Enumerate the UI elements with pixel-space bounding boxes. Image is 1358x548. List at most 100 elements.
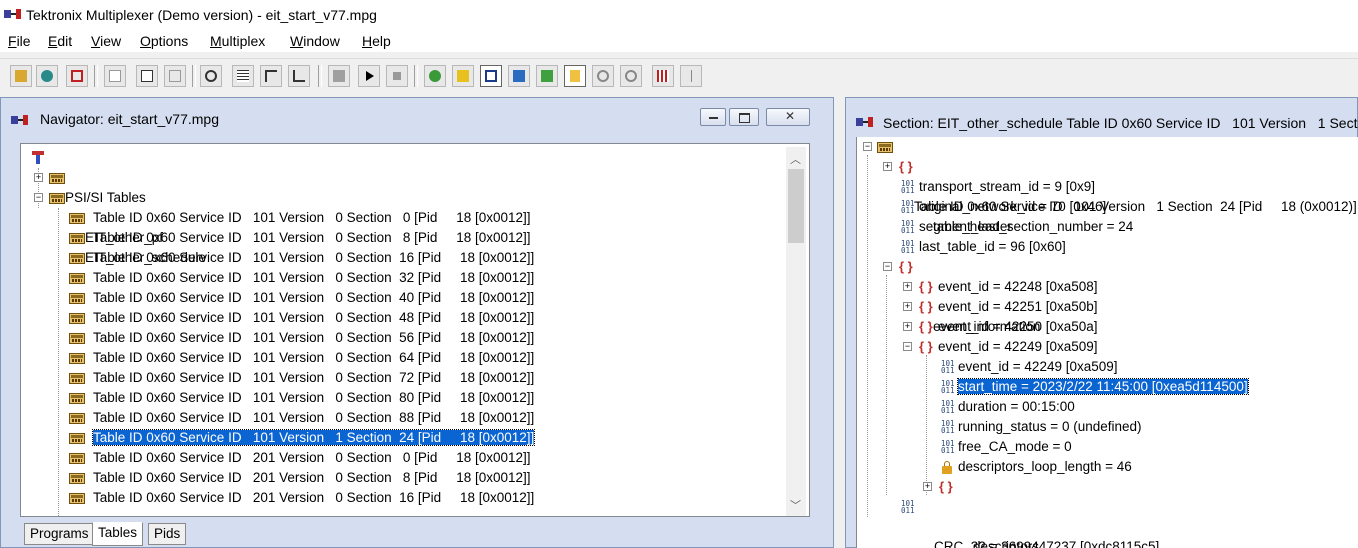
table-section-row[interactable]: Table ID 0x60 Service ID 101 Version 0 S… (51, 248, 534, 268)
event-node[interactable]: −{ } event_id = 42249 [0xa509] (861, 337, 1098, 357)
expand-icon[interactable]: + (903, 282, 912, 291)
lock-icon[interactable] (564, 65, 586, 87)
edit-icon[interactable] (136, 65, 158, 87)
minimize-button[interactable] (700, 108, 726, 126)
event-field-row[interactable]: 101 011 free_CA_mode = 0 (861, 437, 1072, 457)
table-section-row[interactable]: Table ID 0x60 Service ID 101 Version 0 S… (51, 288, 534, 308)
timing-icon[interactable] (288, 65, 310, 87)
expand-icon[interactable]: + (34, 173, 43, 182)
section-root[interactable]: − Table ID 0x60 Service ID 101 Version 1… (861, 137, 1357, 214)
table-icon (69, 433, 85, 444)
table-section-row[interactable]: Table ID 0x60 Service ID 101 Version 0 S… (51, 208, 531, 228)
tools-icon[interactable] (424, 65, 446, 87)
event-node[interactable]: + { } event_id = 42251 [0xa50b] (861, 297, 1098, 317)
table-section-row[interactable]: Table ID 0x60 Service ID 101 Version 0 S… (51, 328, 534, 348)
tree-group-eit-other-pf[interactable]: + EIT_other_pf (31, 168, 163, 245)
network-icon[interactable] (36, 65, 58, 87)
expand-icon[interactable]: + (923, 482, 932, 491)
node-descriptors[interactable]: + { } descriptors (861, 477, 1039, 548)
table-icon (49, 193, 65, 204)
menu-options[interactable]: Options (140, 33, 188, 49)
binary-field-icon: 101 011 (941, 399, 955, 415)
lock-icon (942, 461, 952, 474)
binoculars-icon[interactable] (200, 65, 222, 87)
table-section-row[interactable]: Table ID 0x60 Service ID 101 Version 0 S… (51, 268, 534, 288)
event-field-row[interactable]: 101 011 start_time = 2023/2/22 11:45:00 [… (861, 377, 1249, 397)
play-icon[interactable] (358, 65, 380, 87)
collapse-icon[interactable]: − (34, 193, 43, 202)
menu-multiplex[interactable]: Multiplex (210, 33, 265, 49)
navigator-title: Navigator: eit_start_v77.mpg (40, 111, 219, 127)
swap-icon[interactable] (536, 65, 558, 87)
field-row[interactable]: 101 011 original_network_id = 70 [0x46] (861, 197, 1106, 217)
question-icon[interactable] (452, 65, 474, 87)
table-section-label: Table ID 0x60 Service ID 101 Version 1 S… (91, 429, 536, 446)
event-field-row[interactable]: 101 011 duration = 00:15:00 (861, 397, 1075, 417)
tree-root-psisi[interactable]: PSI/SI Tables (31, 148, 146, 205)
menu-file[interactable]: File (8, 33, 31, 49)
event-field-label: duration = 00:15:00 (958, 399, 1075, 414)
event-node[interactable]: + { } event_id = 42250 [0xa50a] (861, 317, 1098, 337)
collapse-icon[interactable]: − (903, 342, 912, 351)
cursor-icon[interactable] (680, 65, 702, 87)
table-section-row[interactable]: Table ID 0x60 Service ID 101 Version 0 S… (51, 228, 531, 248)
table-section-row[interactable]: Table ID 0x60 Service ID 101 Version 0 S… (51, 348, 534, 368)
table-section-row[interactable]: Table ID 0x60 Service ID 101 Version 0 S… (51, 388, 534, 408)
delete-icon[interactable] (66, 65, 88, 87)
scrollbar-thumb[interactable] (788, 169, 804, 243)
menu-window[interactable]: Window (290, 33, 340, 49)
event-field-row[interactable]: 101 011 event_id = 42249 [0xa509] (861, 357, 1118, 377)
tab-pids[interactable]: Pids (148, 523, 187, 545)
tree-group-eit-other-schedule[interactable]: − EIT_other_schedule (31, 188, 206, 265)
menu-help[interactable]: Help (362, 33, 391, 49)
binary-field-icon: 101 011 (901, 219, 915, 235)
stop-icon[interactable] (386, 65, 408, 87)
expand-icon[interactable]: + (903, 322, 912, 331)
menu-edit[interactable]: Edit (48, 33, 72, 49)
node-event-information[interactable]: − { } event_information (861, 257, 1040, 334)
new-icon[interactable] (104, 65, 126, 87)
event-field-label: start_time = 2023/2/22 11:45:00 [0xea5d1… (957, 378, 1249, 395)
event-field-row[interactable]: 101 011 running_status = 0 (undefined) (861, 417, 1142, 437)
expand-icon[interactable]: + (883, 162, 892, 171)
field-row[interactable]: 101 011 segment_last_section_number = 24 (861, 217, 1133, 237)
zoom-in-icon[interactable] (592, 65, 614, 87)
sync-icon[interactable] (652, 65, 674, 87)
table-section-row[interactable]: Table ID 0x60 Service ID 201 Version 0 S… (51, 468, 531, 488)
open-icon[interactable] (10, 65, 32, 87)
event-field-label: descriptors_loop_length = 46 (958, 459, 1132, 474)
tab-programs[interactable]: Programs (24, 523, 95, 545)
field-row[interactable]: 101 011 last_table_id = 96 [0x60] (861, 237, 1066, 257)
window-icon[interactable] (480, 65, 502, 87)
scroll-up-icon[interactable]: ︿ (790, 151, 801, 167)
collapse-icon[interactable]: − (863, 142, 872, 151)
restore-button[interactable] (729, 108, 759, 126)
scroll-down-icon[interactable]: ﹀ (790, 497, 801, 513)
table-icon (69, 453, 85, 464)
field-row[interactable]: 101 011 transport_stream_id = 9 [0x9] (861, 177, 1095, 197)
event-field-row[interactable]: descriptors_loop_length = 46 (861, 457, 1132, 477)
scheduler-icon[interactable] (508, 65, 530, 87)
menu-view[interactable]: View (91, 33, 121, 49)
collapse-icon[interactable]: − (883, 262, 892, 271)
node-table-header[interactable]: + { } table_header (861, 157, 1012, 234)
table-view-icon[interactable] (232, 65, 254, 87)
event-node[interactable]: + { } event_id = 42248 [0xa508] (861, 277, 1098, 297)
table-section-row[interactable]: Table ID 0x60 Service ID 101 Version 0 S… (51, 408, 534, 428)
tab-tables[interactable]: Tables (92, 522, 144, 546)
properties-icon[interactable] (164, 65, 186, 87)
table-icon (69, 233, 85, 244)
table-section-row[interactable]: Table ID 0x60 Service ID 201 Version 0 S… (51, 448, 531, 468)
table-section-row[interactable]: Table ID 0x60 Service ID 201 Version 0 S… (51, 488, 534, 508)
settings-icon[interactable] (328, 65, 350, 87)
table-section-label: Table ID 0x60 Service ID 101 Version 0 S… (93, 210, 531, 225)
node-crc[interactable]: 101 011 CRC_32 = 3699447237 [0xdc8115c5] (861, 497, 1159, 548)
ruler-icon[interactable] (260, 65, 282, 87)
table-section-row[interactable]: Table ID 0x60 Service ID 101 Version 0 S… (51, 368, 534, 388)
table-section-row[interactable]: Table ID 0x60 Service ID 101 Version 0 S… (51, 308, 534, 328)
expand-icon[interactable]: + (903, 302, 912, 311)
navigator-scrollbar[interactable]: ︿ ﹀ (786, 147, 806, 516)
close-button[interactable]: ✕ (766, 108, 810, 126)
zoom-out-icon[interactable] (620, 65, 642, 87)
table-section-row[interactable]: Table ID 0x60 Service ID 101 Version 1 S… (51, 428, 536, 448)
